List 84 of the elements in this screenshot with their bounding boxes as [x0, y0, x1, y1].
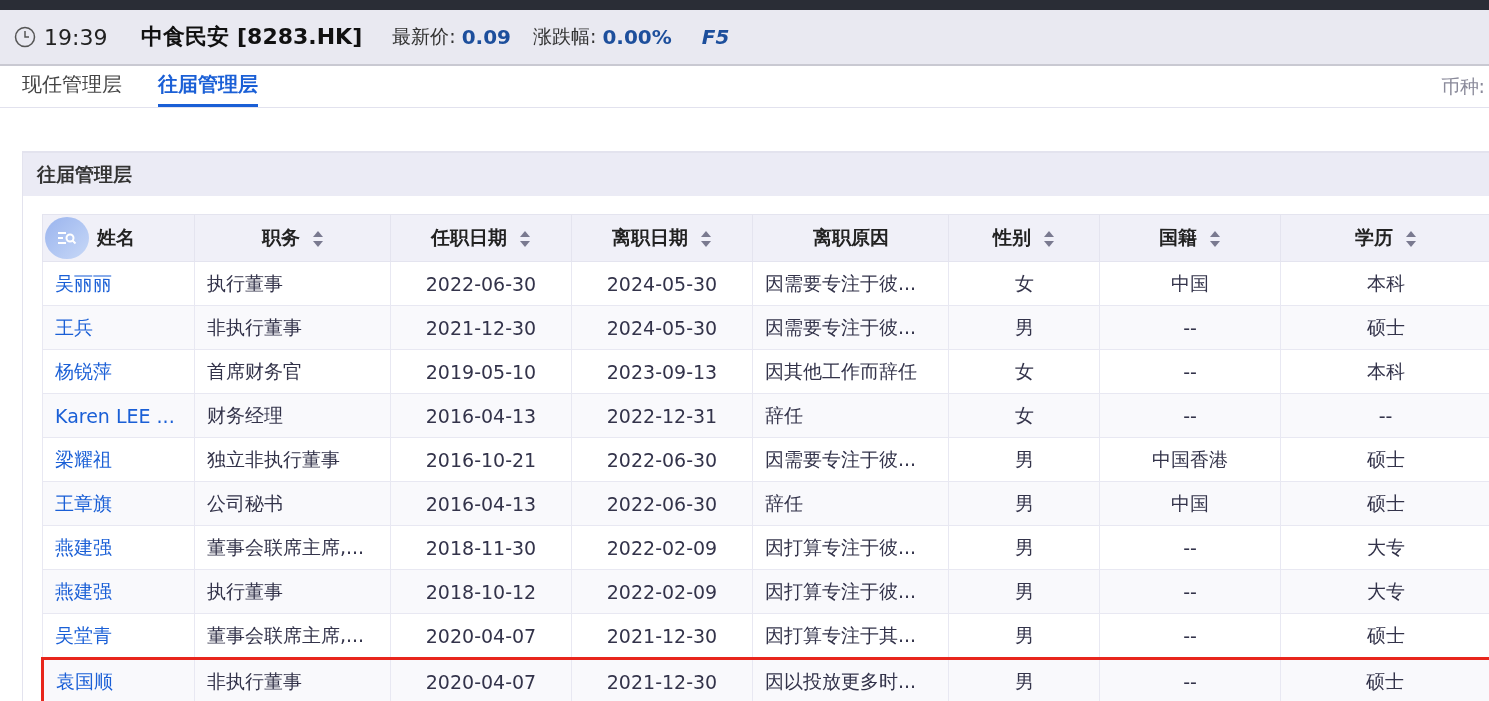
person-link[interactable]: 王章旗 [55, 491, 112, 514]
table-cell: 中国 [1099, 481, 1281, 526]
table-cell: -- [1099, 569, 1281, 614]
column-header[interactable]: 性别 [948, 214, 1100, 262]
time: 19:39 [44, 24, 108, 50]
table-cell: 2022-06-30 [571, 481, 753, 526]
person-link[interactable]: 梁耀祖 [55, 447, 112, 470]
table-cell: 2022-02-09 [571, 569, 753, 614]
table-cell: 2024-05-30 [571, 305, 753, 350]
table-cell: -- [1099, 305, 1281, 350]
table-cell: -- [1099, 525, 1281, 570]
table-cell: 2022-06-30 [390, 261, 572, 306]
table-cell: 2022-12-31 [571, 393, 753, 438]
table-cell: 女 [948, 393, 1100, 438]
table-cell: 2018-11-30 [390, 525, 572, 570]
table-cell: 首席财务官 [194, 349, 391, 394]
table-cell: 非执行董事 [194, 305, 391, 350]
table-cell: 公司秘书 [194, 481, 391, 526]
refresh-button[interactable]: F5 [701, 25, 730, 49]
person-link[interactable]: 燕建强 [55, 579, 112, 602]
column-header: 姓名 [42, 214, 195, 262]
table-cell: 董事会联席主席,... [194, 525, 391, 570]
table-cell: 女 [948, 261, 1100, 306]
table-cell: 非执行董事 [194, 658, 391, 701]
table-cell: -- [1099, 658, 1281, 701]
table-cell: 2016-10-21 [390, 437, 572, 482]
table-cell: 中国 [1099, 261, 1281, 306]
table-cell: 2020-04-07 [390, 658, 572, 701]
change-label: 涨跌幅: [533, 24, 597, 49]
table-cell: 男 [948, 569, 1100, 614]
person-link[interactable]: 吴丽丽 [55, 271, 112, 294]
table-cell: 辞任 [752, 393, 949, 438]
table-cell: 男 [948, 437, 1100, 482]
table-cell: 2016-04-13 [390, 393, 572, 438]
table-cell: 因打算专注于彼... [752, 525, 949, 570]
column-header[interactable]: 国籍 [1099, 214, 1281, 262]
table-cell: 男 [948, 481, 1100, 526]
table-cell: 因以投放更多时... [752, 658, 949, 701]
table-cell: 2021-12-30 [390, 305, 572, 350]
person-link[interactable]: 王兵 [55, 315, 93, 338]
table-cell: 2019-05-10 [390, 349, 572, 394]
currency-label: 币种: [1440, 73, 1485, 99]
column-header: 离职原因 [752, 214, 949, 262]
table-cell: 2016-04-13 [390, 481, 572, 526]
column-header[interactable]: 职务 [194, 214, 391, 262]
table-cell: 2021-12-30 [571, 658, 753, 701]
change-value: 0.00% [602, 25, 672, 49]
table-cell: 因打算专注于彼... [752, 569, 949, 614]
table-cell: 财务经理 [194, 393, 391, 438]
table-cell: 2023-09-13 [571, 349, 753, 394]
person-link[interactable]: 袁国顺 [56, 669, 113, 692]
table-cell: -- [1099, 349, 1281, 394]
stock-name: 中食民安 [8283.HK] [141, 23, 363, 51]
table-cell: 执行董事 [194, 261, 391, 306]
column-header[interactable]: 任职日期 [390, 214, 572, 262]
table-cell: 因其他工作而辞任 [752, 349, 949, 394]
table-cell: 2024-05-30 [571, 261, 753, 306]
table-cell: 男 [948, 305, 1100, 350]
tab[interactable]: 现任管理层 [22, 71, 122, 107]
table-cell: 2022-06-30 [571, 437, 753, 482]
price-value: 0.09 [461, 25, 511, 49]
tab[interactable]: 往届管理层 [158, 71, 258, 107]
table-cell: 辞任 [752, 481, 949, 526]
table-cell: 男 [948, 658, 1100, 701]
table-cell: -- [1099, 393, 1281, 438]
person-link[interactable]: 杨锐萍 [55, 359, 112, 382]
table-cell: 2022-02-09 [571, 525, 753, 570]
table-cell: 女 [948, 349, 1100, 394]
table-cell: 因需要专注于彼... [752, 305, 949, 350]
column-header[interactable]: 学历 [1280, 214, 1489, 262]
clock-icon [14, 26, 36, 48]
table-cell: 因需要专注于彼... [752, 437, 949, 482]
table-cell: 男 [948, 525, 1100, 570]
person-link[interactable]: 吴堂青 [55, 623, 112, 646]
column-header[interactable]: 离职日期 [571, 214, 753, 262]
table-cell: 独立非执行董事 [194, 437, 391, 482]
person-link[interactable]: 燕建强 [55, 535, 112, 558]
table-cell: 中国香港 [1099, 437, 1281, 482]
section-title: 往届管理层 [23, 153, 1489, 196]
table-cell: 因需要专注于彼... [752, 261, 949, 306]
price-label: 最新价: [392, 24, 456, 49]
table-cell: 执行董事 [194, 569, 391, 614]
search-icon[interactable] [45, 217, 89, 259]
table-cell: 2018-10-12 [390, 569, 572, 614]
